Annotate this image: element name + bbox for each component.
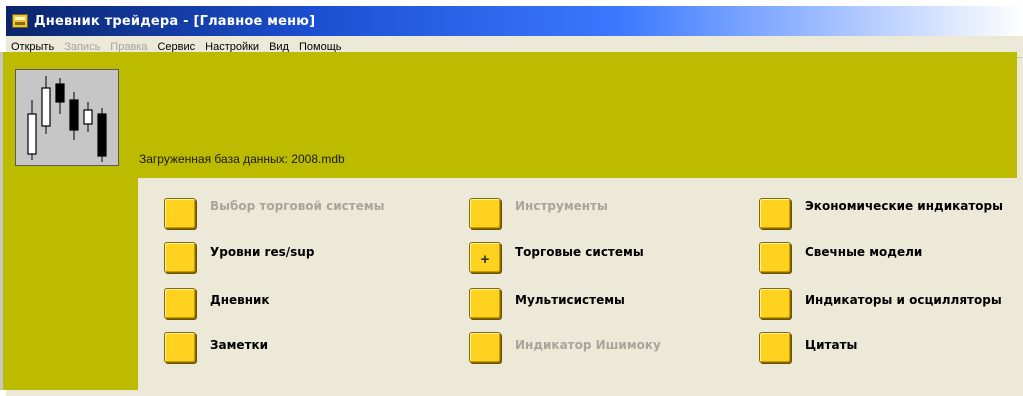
menu-button-quotes[interactable]: Цитаты xyxy=(759,332,857,363)
menu-button-ichimoku[interactable]: Индикатор Ишимоку xyxy=(469,332,661,363)
notes-button[interactable] xyxy=(164,332,196,363)
menu-service[interactable]: Сервис xyxy=(152,41,200,53)
app-icon[interactable] xyxy=(12,14,28,28)
title-bar[interactable]: Дневник трейдера - [Главное меню] xyxy=(6,6,1023,36)
menu-button-indicators-oscillators[interactable]: Индикаторы и осцилляторы xyxy=(759,288,1002,319)
plus-icon: + xyxy=(480,250,490,268)
trading-systems-label: Торговые системы xyxy=(515,244,644,259)
main-menu-panel: Выбор торговой системы Уровни res/sup Дн… xyxy=(138,178,1017,390)
menu-button-candle-patterns[interactable]: Свечные модели xyxy=(759,242,922,273)
res-sup-levels-button[interactable] xyxy=(164,242,196,273)
menu-edit[interactable]: Правка xyxy=(105,41,152,53)
menu-button-trading-systems[interactable]: + Торговые системы xyxy=(469,242,644,273)
loaded-db-label: Загруженная база данных: 2008.mdb xyxy=(139,152,345,166)
menu-button-multisystems[interactable]: Мультисистемы xyxy=(469,288,625,319)
menu-button-instruments[interactable]: Инструменты xyxy=(469,198,608,229)
instruments-label: Инструменты xyxy=(515,198,608,213)
indicators-oscillators-button[interactable] xyxy=(759,288,791,319)
multisystems-button[interactable] xyxy=(469,288,501,319)
trading-system-select-button[interactable] xyxy=(164,198,196,229)
trading-system-select-label: Выбор торговой системы xyxy=(210,198,385,213)
ichimoku-label: Индикатор Ишимоку xyxy=(515,337,661,352)
res-sup-levels-label: Уровни res/sup xyxy=(210,244,315,259)
trading-systems-button[interactable]: + xyxy=(469,242,501,273)
menu-record[interactable]: Запись xyxy=(59,41,105,53)
quotes-label: Цитаты xyxy=(805,337,858,352)
candlestick-logo-icon xyxy=(15,69,119,166)
menu-help[interactable]: Помощь xyxy=(294,41,347,53)
economic-indicators-label: Экономические индикаторы xyxy=(805,198,1003,213)
journal-label: Дневник xyxy=(210,292,270,307)
menu-button-notes[interactable]: Заметки xyxy=(164,332,268,363)
left-border xyxy=(0,52,3,390)
window-title: Дневник трейдера - [Главное меню] xyxy=(34,13,316,29)
menu-settings[interactable]: Настройки xyxy=(200,41,264,53)
candle-patterns-label: Свечные модели xyxy=(805,244,923,259)
instruments-button[interactable] xyxy=(469,198,501,229)
menu-button-trading-system-select[interactable]: Выбор торговой системы xyxy=(164,198,385,229)
economic-indicators-button[interactable] xyxy=(759,198,791,229)
notes-label: Заметки xyxy=(210,337,269,352)
journal-button[interactable] xyxy=(164,288,196,319)
quotes-button[interactable] xyxy=(759,332,791,363)
menu-button-res-sup-levels[interactable]: Уровни res/sup xyxy=(164,242,314,273)
menu-view[interactable]: Вид xyxy=(264,41,294,53)
candle-patterns-button[interactable] xyxy=(759,242,791,273)
menu-button-economic-indicators[interactable]: Экономические индикаторы xyxy=(759,198,1003,229)
indicators-oscillators-label: Индикаторы и осцилляторы xyxy=(805,292,1002,307)
menu-open[interactable]: Открыть xyxy=(6,41,59,53)
multisystems-label: Мультисистемы xyxy=(515,292,625,307)
menu-button-journal[interactable]: Дневник xyxy=(164,288,270,319)
ichimoku-button[interactable] xyxy=(469,332,501,363)
